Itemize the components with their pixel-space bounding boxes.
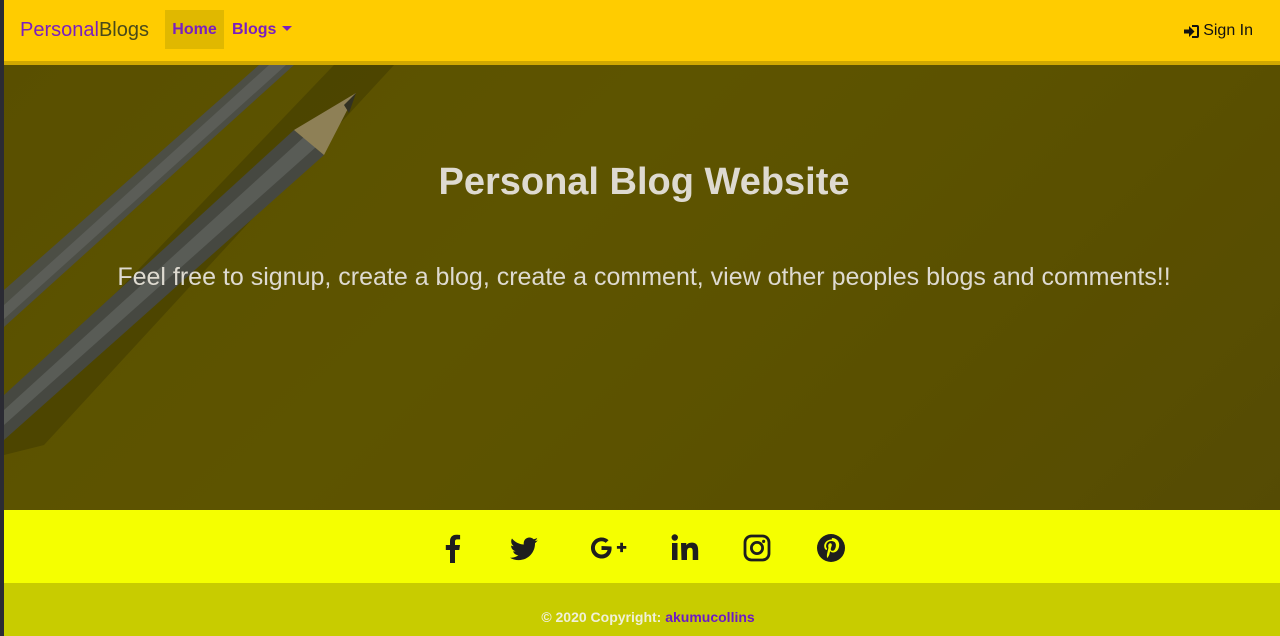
sign-in-label: Sign In bbox=[1203, 22, 1253, 39]
footer-copyright: © 2020 Copyright: akumucollins bbox=[4, 583, 1280, 636]
google-plus-link[interactable] bbox=[589, 532, 629, 564]
copyright-text: © 2020 Copyright: bbox=[541, 609, 666, 625]
brand-part-personal: Personal bbox=[20, 19, 99, 41]
copyright-author-link[interactable]: akumucollins bbox=[665, 609, 754, 625]
brand-logo-link[interactable]: PersonalBlogs bbox=[20, 18, 149, 42]
navbar: PersonalBlogs Home Blogs Sign In bbox=[4, 0, 1280, 65]
facebook-link[interactable] bbox=[437, 532, 469, 564]
copyright-line: © 2020 Copyright: akumucollins bbox=[4, 607, 1280, 627]
google-plus-icon bbox=[591, 537, 627, 559]
sign-in-link[interactable]: Sign In bbox=[1183, 21, 1253, 41]
hero-section: Personal Blog Website Feel free to signu… bbox=[4, 65, 1280, 510]
nav-blogs-label: Blogs bbox=[232, 21, 277, 38]
sign-in-icon bbox=[1184, 24, 1200, 38]
instagram-link[interactable] bbox=[741, 532, 773, 564]
chevron-down-icon bbox=[282, 26, 293, 31]
twitter-icon bbox=[509, 537, 538, 561]
instagram-icon bbox=[743, 534, 771, 562]
brand-part-blogs: Blogs bbox=[98, 19, 149, 41]
pinterest-icon bbox=[817, 534, 845, 562]
linkedin-icon bbox=[671, 534, 699, 560]
twitter-link[interactable] bbox=[508, 532, 540, 564]
hero-title: Personal Blog Website bbox=[438, 161, 850, 203]
page: PersonalBlogs Home Blogs Sign In Persona… bbox=[4, 0, 1280, 636]
pinterest-link[interactable] bbox=[815, 532, 847, 564]
facebook-icon bbox=[445, 534, 461, 563]
nav-home-link[interactable]: Home bbox=[165, 10, 224, 49]
nav-blogs-dropdown[interactable]: Blogs bbox=[232, 10, 293, 49]
hero-subtitle: Feel free to signup, create a blog, crea… bbox=[117, 263, 1171, 291]
linkedin-link[interactable] bbox=[670, 532, 702, 564]
social-links-bar bbox=[4, 510, 1280, 583]
